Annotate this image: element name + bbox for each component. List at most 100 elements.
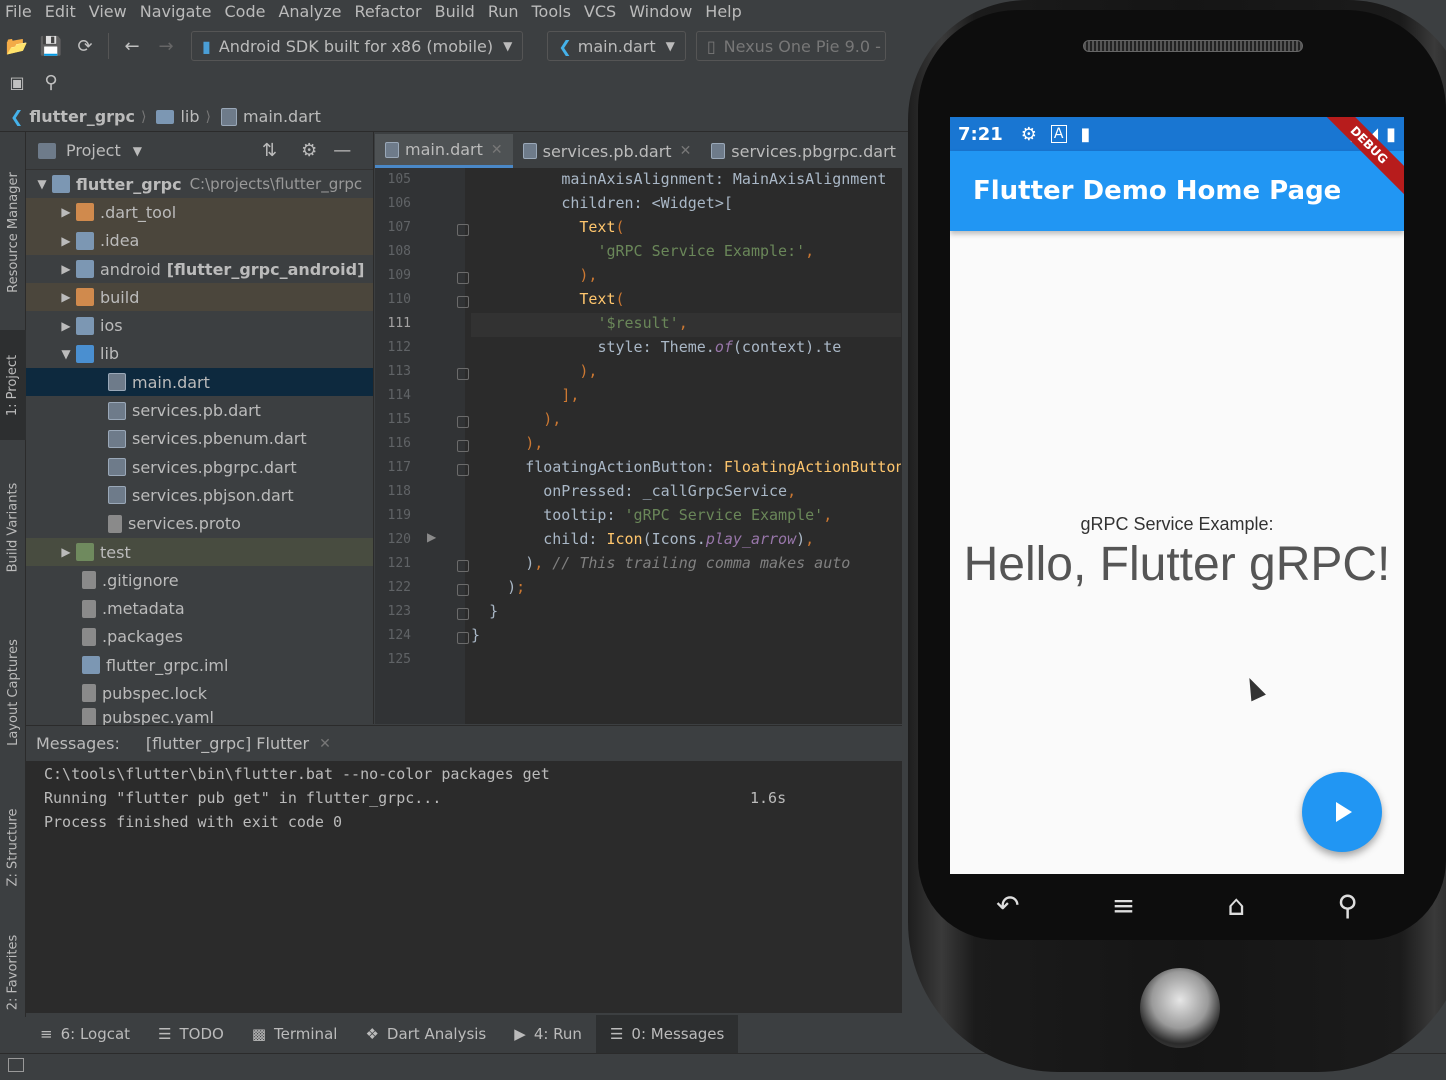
tool-tab-logcat[interactable]: ≡ 6: Logcat	[0, 1015, 144, 1053]
tree-row-ios[interactable]: ▶ ios	[26, 311, 373, 339]
project-view-selector[interactable]: Project	[66, 141, 121, 160]
hide-panel-icon[interactable]: —	[333, 140, 351, 161]
breadcrumb-project[interactable]: ❮ flutter_grpc	[0, 107, 141, 126]
fold-marker-icon[interactable]	[457, 608, 469, 620]
chevron-right-icon[interactable]: ▶	[56, 545, 76, 559]
menu-view[interactable]: View	[84, 2, 135, 21]
tree-row-services-pbjson[interactable]: services.pbjson.dart	[26, 481, 373, 509]
tree-row-root[interactable]: ▼ flutter_grpc C:\projects\flutter_grpc	[26, 170, 373, 198]
tool-tab-build-variants[interactable]: Build Variants	[0, 462, 26, 592]
search-icon[interactable]: ⚲	[34, 65, 68, 99]
close-icon[interactable]: ✕	[491, 142, 503, 158]
fold-marker-icon[interactable]	[457, 464, 469, 476]
fold-marker-icon[interactable]	[457, 272, 469, 284]
tree-row-idea[interactable]: ▶ .idea	[26, 226, 373, 255]
menu-file[interactable]: File	[0, 2, 40, 21]
avd-selector[interactable]: ▯ Nexus One Pie 9.0 - API	[695, 31, 886, 61]
menu-window[interactable]: Window	[624, 2, 700, 21]
play-fab-button[interactable]	[1302, 772, 1382, 852]
messages-tab[interactable]: [flutter_grpc] Flutter	[120, 734, 309, 753]
tool-tab-project[interactable]: 1: Project	[0, 330, 26, 440]
tool-tab-terminal[interactable]: ▩ Terminal	[238, 1015, 352, 1053]
code-area[interactable]: mainAxisAlignment: MainAxisAlignment chi…	[471, 168, 901, 724]
trackball-button[interactable]	[1140, 968, 1220, 1048]
tree-row-main-dart[interactable]: main.dart	[26, 368, 373, 397]
device-selector[interactable]: ▮ Android SDK built for x86 (mobile) ▼	[191, 31, 524, 61]
run-gutter-icon[interactable]: ▶	[427, 530, 436, 544]
tree-row-pubspec-lock[interactable]: pubspec.lock	[26, 679, 373, 707]
device-screen[interactable]: 7:21 ⚙ A ▮ ▼ ◢ ▮ Flutter Demo Home Page …	[950, 117, 1404, 874]
menu-analyze[interactable]: Analyze	[273, 2, 349, 21]
gear-icon[interactable]: ⚙	[301, 140, 317, 161]
chevron-down-icon[interactable]: ▼	[32, 177, 52, 191]
forward-arrow-icon[interactable]: →	[149, 29, 183, 63]
close-icon[interactable]: ✕	[319, 736, 331, 752]
breadcrumb-file[interactable]: main.dart	[211, 107, 327, 126]
fold-marker-icon[interactable]	[457, 368, 469, 380]
fold-marker-icon[interactable]	[457, 296, 469, 308]
tool-tab-favorites[interactable]: 2: Favorites	[0, 927, 26, 1017]
menu-vcs[interactable]: VCS	[579, 2, 624, 21]
breadcrumb-lib[interactable]: lib	[146, 107, 205, 126]
tree-row-build[interactable]: ▶ build	[26, 283, 373, 312]
save-icon[interactable]: 💾	[34, 29, 68, 63]
menu-edit[interactable]: Edit	[40, 2, 84, 21]
menu-icon[interactable]: ≡	[1112, 889, 1135, 922]
fold-marker-icon[interactable]	[457, 560, 469, 572]
tree-row-lib[interactable]: ▼ lib	[26, 340, 373, 368]
back-arrow-icon[interactable]: ←	[115, 29, 149, 63]
chevron-right-icon[interactable]: ▶	[56, 205, 76, 219]
chevron-right-icon[interactable]: ▶	[56, 319, 76, 333]
tool-tab-dart-analysis[interactable]: ❖ Dart Analysis	[351, 1015, 500, 1053]
tab-services-pb[interactable]: services.pb.dart ✕	[513, 134, 702, 168]
tab-services-pbgrpc[interactable]: services.pbgrpc.dart	[701, 134, 906, 168]
close-icon[interactable]: ✕	[680, 143, 692, 159]
tool-tab-todo[interactable]: ☰ TODO	[144, 1015, 238, 1053]
tree-row-services-pb[interactable]: services.pb.dart	[26, 396, 373, 424]
run-config-selector[interactable]: ❮ main.dart ▼	[547, 31, 686, 61]
chevron-down-icon[interactable]: ▼	[56, 347, 76, 361]
menu-build[interactable]: Build	[430, 2, 483, 21]
tree-row-services-pbenum[interactable]: services.pbenum.dart	[26, 425, 373, 453]
tool-tab-layout-captures[interactable]: Layout Captures	[0, 622, 26, 762]
menu-refactor[interactable]: Refactor	[350, 2, 430, 21]
collapse-all-icon[interactable]: ⇅	[262, 140, 277, 161]
fold-marker-icon[interactable]	[457, 632, 469, 644]
tree-row-services-proto[interactable]: services.proto	[26, 510, 373, 538]
tree-row-packages[interactable]: .packages	[26, 623, 373, 651]
menu-run[interactable]: Run	[483, 2, 527, 21]
chevron-right-icon[interactable]: ▶	[56, 234, 76, 248]
back-icon[interactable]: ↶	[996, 889, 1019, 922]
tree-row-iml[interactable]: flutter_grpc.iml	[26, 651, 373, 679]
open-folder-icon[interactable]: 📂	[0, 29, 34, 63]
tree-row-services-pbgrpc[interactable]: services.pbgrpc.dart	[26, 453, 373, 481]
menu-code[interactable]: Code	[220, 2, 274, 21]
sync-icon[interactable]: ⟳	[68, 29, 102, 63]
menu-navigate[interactable]: Navigate	[135, 2, 220, 21]
tool-tab-resource-manager[interactable]: Resource Manager	[0, 152, 26, 312]
tree-row-test[interactable]: ▶ test	[26, 537, 373, 567]
tree-row-dart-tool[interactable]: ▶ .dart_tool	[26, 198, 373, 227]
fold-marker-icon[interactable]	[457, 224, 469, 236]
fold-marker-icon[interactable]	[457, 584, 469, 596]
messages-console[interactable]: C:\tools\flutter\bin\flutter.bat --no-co…	[26, 761, 902, 1013]
toggle-tool-windows-icon[interactable]	[8, 1058, 24, 1072]
tree-row-android[interactable]: ▶ android [flutter_grpc_android]	[26, 255, 373, 283]
tool-tab-run[interactable]: ▶ 4: Run	[500, 1015, 596, 1053]
chevron-right-icon[interactable]: ▶	[56, 262, 76, 276]
tree-row-gitignore[interactable]: .gitignore	[26, 566, 373, 594]
tool-tab-messages[interactable]: ☰ 0: Messages	[595, 1015, 739, 1053]
search-icon[interactable]: ⚲	[1337, 889, 1358, 922]
tree-row-metadata[interactable]: .metadata	[26, 594, 373, 622]
tool-tab-structure[interactable]: Z: Structure	[0, 792, 26, 902]
chevron-right-icon[interactable]: ▶	[56, 290, 76, 304]
home-icon[interactable]: ⌂	[1227, 889, 1245, 922]
fold-marker-icon[interactable]	[457, 416, 469, 428]
fold-marker-icon[interactable]	[457, 440, 469, 452]
terminal-window-icon[interactable]: ▣	[0, 65, 34, 99]
menu-tools[interactable]: Tools	[527, 2, 579, 21]
menu-help[interactable]: Help	[700, 2, 749, 21]
tree-row-pubspec-yaml[interactable]: pubspec.yaml	[26, 707, 373, 726]
chevron-down-icon[interactable]: ▼	[133, 144, 142, 158]
tab-main-dart[interactable]: main.dart ✕	[375, 134, 513, 168]
